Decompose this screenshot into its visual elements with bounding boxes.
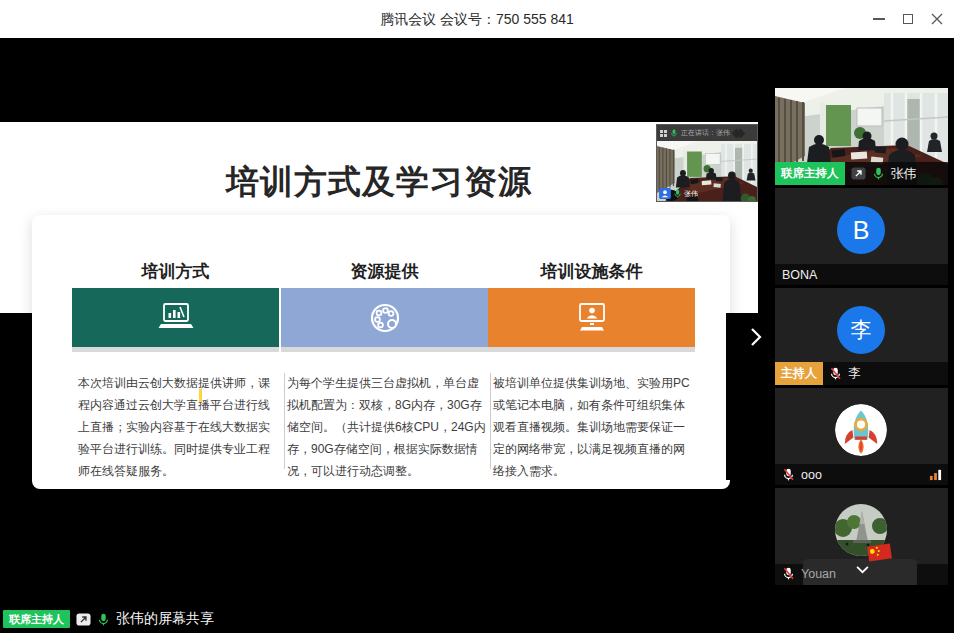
participant-nameplate: 主持人 李 bbox=[775, 362, 948, 385]
mic-muted-icon bbox=[782, 567, 795, 580]
presentation-screen-icon bbox=[157, 302, 195, 334]
participant-tile-ooo[interactable]: ooo bbox=[775, 388, 948, 485]
column-header-1: 培训方式 bbox=[72, 260, 279, 283]
column-body-3: 被培训单位提供集训场地、实验用PC 或笔记本电脑，如有条件可组织集体 观看直播视… bbox=[493, 372, 690, 482]
cohost-badge: 联席主持人 bbox=[775, 162, 845, 185]
chevron-down-icon[interactable] bbox=[855, 560, 870, 578]
participant-nameplate: BONA bbox=[775, 264, 948, 285]
floating-video-header: 正在讲话：张伟 bbox=[657, 125, 757, 141]
mic-muted-icon bbox=[829, 367, 842, 380]
host-badge: 主持人 bbox=[775, 362, 823, 385]
participant-name: BONA bbox=[782, 268, 817, 282]
window-titlebar: 腾讯会议 会议号：750 555 841 bbox=[0, 0, 954, 38]
avatar: B bbox=[837, 206, 885, 254]
close-icon bbox=[931, 13, 943, 25]
column-block-3 bbox=[488, 288, 695, 347]
participant-name: 张伟 bbox=[891, 165, 917, 183]
member-icon bbox=[659, 188, 671, 199]
window-controls bbox=[864, 0, 951, 38]
participant-name: 李 bbox=[848, 365, 861, 382]
cohost-badge: 联席主持人 bbox=[3, 610, 70, 628]
participant-name: ooo bbox=[801, 468, 822, 482]
column-block-2 bbox=[281, 288, 488, 347]
participant-tile-li[interactable]: 李 主持人 李 bbox=[775, 288, 948, 385]
mic-on-icon bbox=[872, 167, 885, 180]
participant-name: Youan bbox=[801, 567, 836, 581]
column-body-2: 为每个学生提供三台虚拟机，单台虚 拟机配置为：双核，8G内存，30G存 储空间。… bbox=[287, 372, 486, 482]
mic-on-icon bbox=[673, 189, 682, 198]
participant-nameplate: ooo bbox=[775, 464, 948, 485]
screen-share-icon bbox=[76, 612, 91, 627]
block-shadow-2 bbox=[281, 347, 488, 352]
slide-title: 培训方式及学习资源 bbox=[0, 160, 758, 205]
column-header-3: 培训设施条件 bbox=[488, 260, 695, 283]
floating-video-window[interactable]: 正在讲话：张伟 张伟 bbox=[656, 124, 758, 202]
next-slide-panel[interactable] bbox=[726, 313, 767, 480]
close-button[interactable] bbox=[922, 0, 951, 38]
column-body-1: 本次培训由云创大数据提供讲师，课 程内容通过云创大学直播平台进行线 上直播；实验… bbox=[78, 372, 270, 482]
participant-tile-zhangwei[interactable]: 联席主持人 张伟 bbox=[775, 88, 948, 185]
maximize-button[interactable] bbox=[893, 0, 922, 38]
share-banner-text: 张伟的屏幕共享 bbox=[116, 610, 214, 628]
column-divider-1 bbox=[284, 373, 285, 469]
participant-tile-youan[interactable]: Youan bbox=[775, 488, 948, 585]
avatar bbox=[835, 404, 887, 456]
rocket-avatar bbox=[835, 404, 887, 456]
text-cursor bbox=[199, 389, 202, 402]
block-shadow-1 bbox=[72, 347, 279, 352]
column-divider-2 bbox=[490, 373, 491, 469]
next-arrow-icon[interactable] bbox=[750, 327, 762, 347]
palette-icon bbox=[367, 300, 403, 336]
mic-muted-icon bbox=[782, 468, 795, 481]
floating-video-overlay: 张伟 bbox=[659, 188, 698, 199]
mic-on-icon bbox=[97, 613, 110, 626]
grid-icon bbox=[660, 130, 667, 137]
floating-video-frame: 张伟 bbox=[657, 141, 757, 201]
block-shadow-3 bbox=[488, 347, 695, 352]
network-signal-icon bbox=[929, 468, 942, 481]
minimize-button[interactable] bbox=[864, 0, 893, 38]
maximize-icon bbox=[903, 14, 913, 24]
share-banner: 联席主持人 张伟的屏幕共享 bbox=[3, 609, 214, 629]
participant-tile-bona[interactable]: B BONA bbox=[775, 188, 948, 285]
mic-on-icon bbox=[670, 129, 678, 137]
avatar: 李 bbox=[837, 306, 885, 354]
floating-video-title: 正在讲话：张伟 bbox=[681, 128, 730, 138]
logo-watermark-icon bbox=[736, 130, 744, 137]
flag-icon bbox=[867, 543, 892, 561]
window-title: 腾讯会议 会议号：750 555 841 bbox=[0, 0, 954, 38]
trainee-monitor-icon bbox=[574, 302, 610, 334]
participant-nameplate: 联席主持人 张伟 bbox=[775, 162, 948, 185]
minimize-icon bbox=[873, 18, 885, 20]
screen-share-icon bbox=[851, 166, 866, 181]
slide-card: 培训方式 资源提供 培训设施条件 bbox=[32, 215, 730, 489]
column-header-2: 资源提供 bbox=[281, 260, 488, 283]
floating-video-name: 张伟 bbox=[684, 189, 698, 199]
column-block-1 bbox=[72, 288, 279, 347]
